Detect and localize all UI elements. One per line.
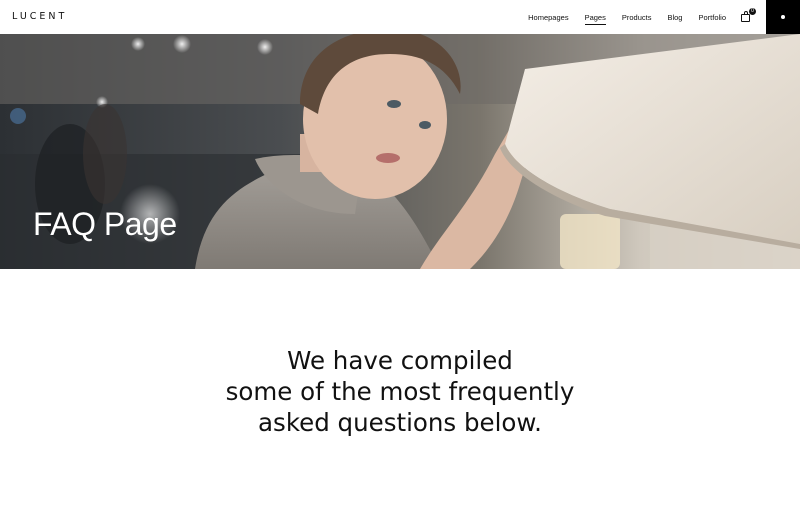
main-nav: Homepages Pages Products Blog Portfolio …	[512, 0, 756, 34]
intro-line: asked questions below.	[258, 408, 542, 437]
site-header: LUCENT Homepages Pages Products Blog Por…	[0, 0, 800, 34]
nav-item-blog[interactable]: Blog	[667, 13, 682, 22]
hero-banner: FAQ Page	[0, 34, 800, 269]
shopping-bag-body	[741, 14, 750, 22]
intro-line: We have compiled	[287, 346, 513, 375]
nav-item-products[interactable]: Products	[622, 13, 652, 22]
faq-intro-text: We have compiled some of the most freque…	[0, 345, 800, 438]
cart-count-badge: 0	[749, 8, 756, 15]
intro-line: some of the most frequently	[225, 377, 575, 406]
nav-item-portfolio[interactable]: Portfolio	[698, 13, 726, 22]
side-menu-button[interactable]	[766, 0, 800, 34]
nav-item-pages[interactable]: Pages	[584, 13, 607, 25]
dot-icon	[781, 15, 785, 19]
nav-item-homepages[interactable]: Homepages	[528, 13, 568, 22]
page-title: FAQ Page	[33, 206, 177, 242]
cart-button[interactable]: 0	[740, 8, 756, 23]
site-logo[interactable]: LUCENT	[12, 11, 67, 22]
